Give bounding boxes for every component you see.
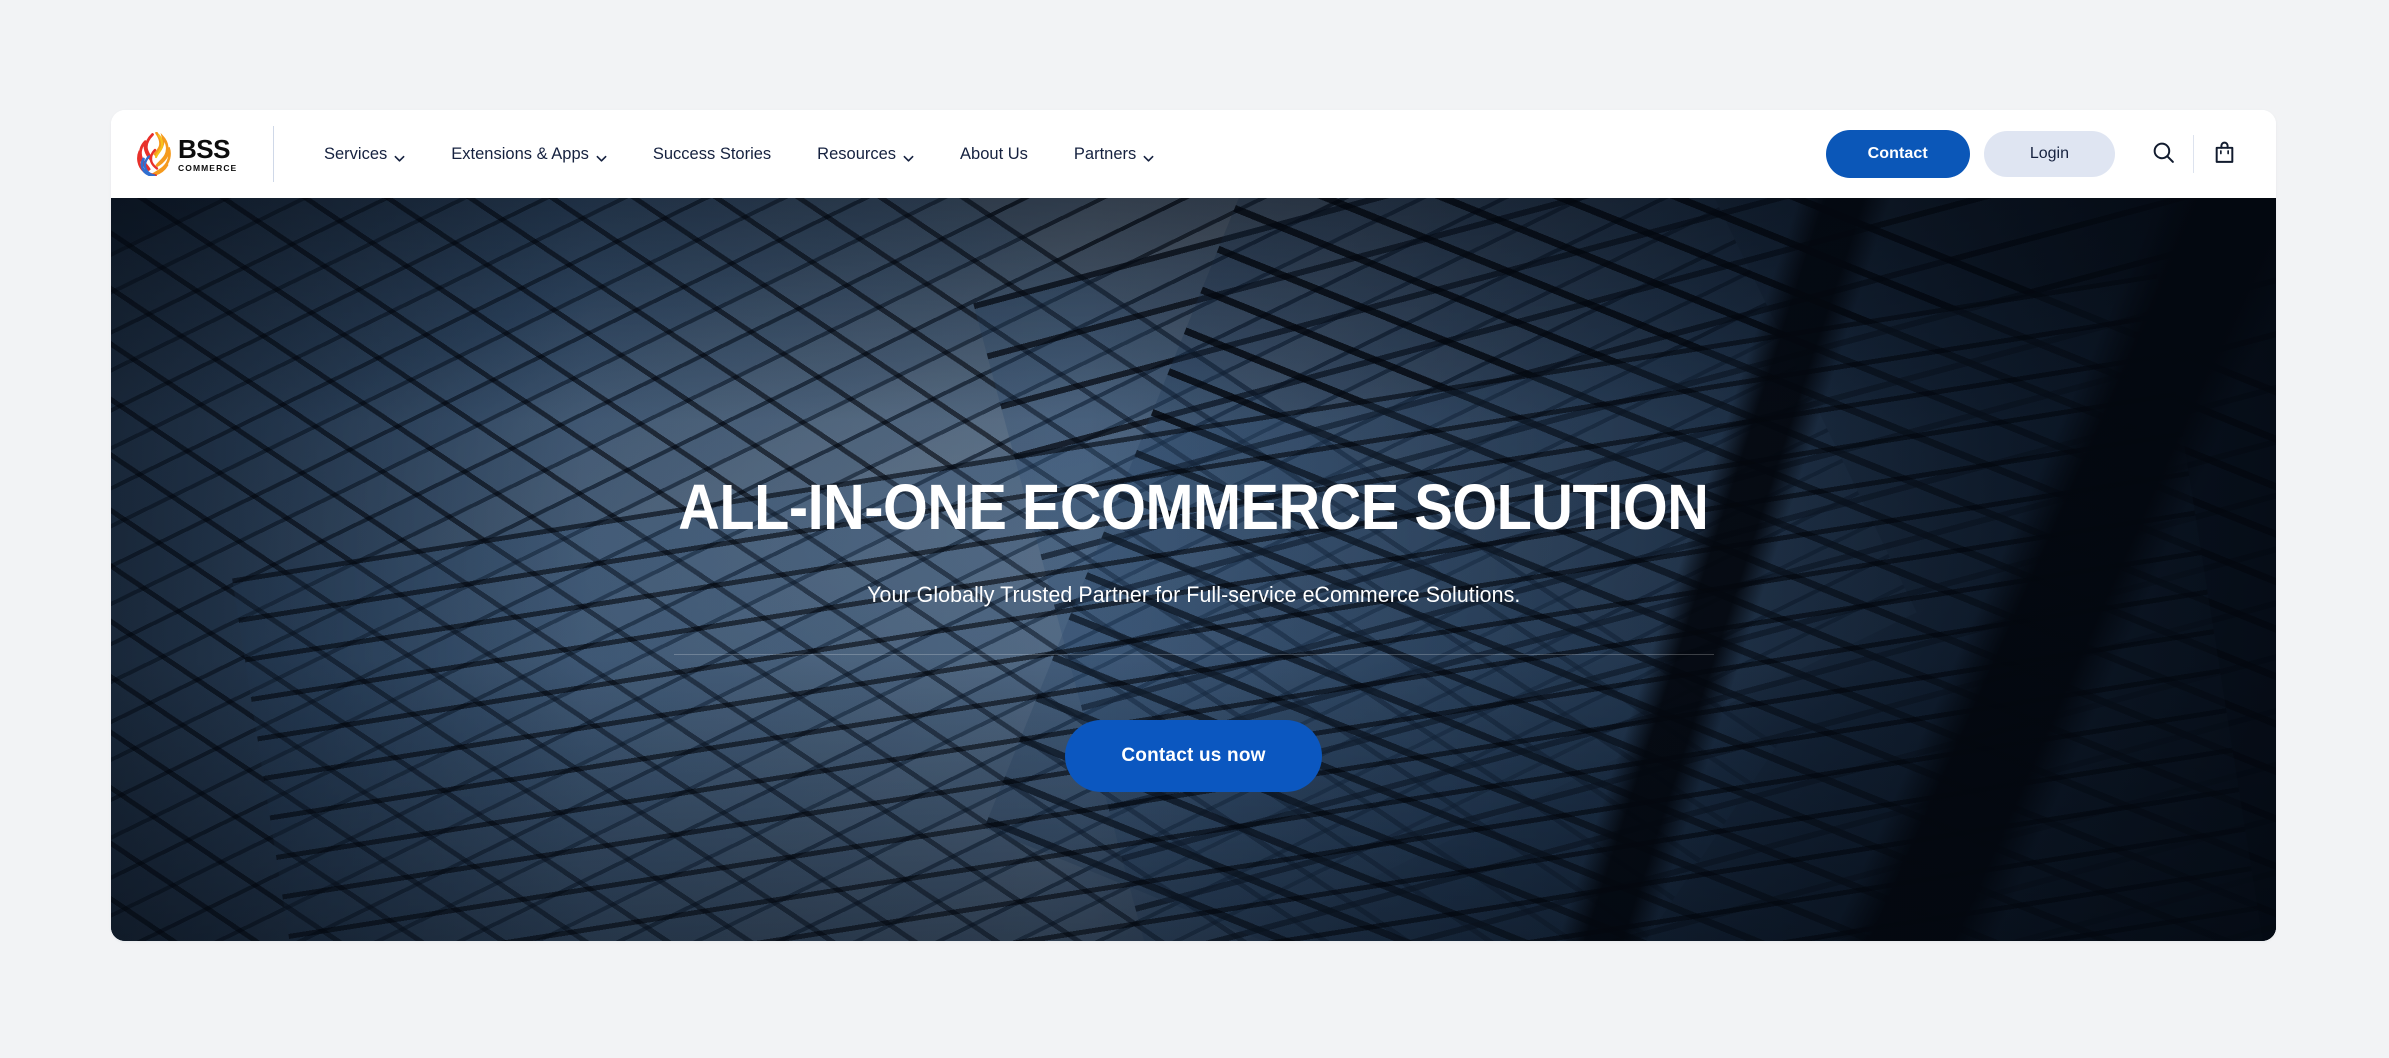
nav-item-label: Success Stories: [652, 144, 772, 163]
page-card: BSS COMMERCE Services Extensions & Apps: [111, 110, 2276, 941]
nav-item-success-stories[interactable]: Success Stories: [630, 110, 794, 198]
brand-tagline: COMMERCE: [178, 162, 238, 173]
search-button-wrap: [2137, 128, 2189, 180]
brand-name: BSS: [178, 133, 230, 164]
chevron-down-icon: [903, 150, 914, 162]
nav-item-about-us[interactable]: About Us: [937, 110, 1051, 198]
flame-swirl-icon: [137, 132, 171, 176]
logo-link[interactable]: BSS COMMERCE: [137, 132, 237, 176]
nav-item-extensions-apps[interactable]: Extensions & Apps: [428, 110, 630, 198]
chevron-down-icon: [596, 150, 607, 162]
nav-item-label: About Us: [960, 144, 1028, 163]
hero-section: ALL-IN-ONE ECOMMERCE SOLUTION Your Globa…: [111, 198, 2276, 941]
contact-button[interactable]: Contact: [1825, 130, 1970, 178]
search-icon: [2151, 140, 2176, 168]
contact-us-now-button[interactable]: Contact us now: [1065, 720, 1322, 793]
cart-button[interactable]: [2198, 128, 2250, 180]
hero-content: ALL-IN-ONE ECOMMERCE SOLUTION Your Globa…: [111, 198, 2276, 941]
nav-item-resources[interactable]: Resources: [794, 110, 937, 198]
chevron-down-icon: [1143, 150, 1154, 162]
brand: BSS COMMERCE: [111, 110, 263, 198]
header-icon-divider: [2193, 135, 2194, 173]
nav-item-label: Extensions & Apps: [451, 144, 589, 163]
header-actions: Contact Login: [1825, 128, 2276, 180]
hero-title: ALL-IN-ONE ECOMMERCE SOLUTION: [678, 471, 1709, 543]
main-nav: Services Extensions & Apps Success Stori…: [274, 110, 1826, 198]
nav-item-partners[interactable]: Partners: [1051, 110, 1177, 198]
nav-item-services[interactable]: Services: [324, 110, 428, 198]
hero-subtitle: Your Globally Trusted Partner for Full-s…: [866, 582, 1521, 608]
hero-divider: [673, 654, 1714, 656]
login-button[interactable]: Login: [1983, 131, 2115, 177]
chevron-down-icon: [394, 150, 405, 162]
nav-item-label: Partners: [1073, 144, 1137, 163]
brand-wordmark: BSS COMMERCE: [178, 136, 237, 173]
site-header: BSS COMMERCE Services Extensions & Apps: [111, 110, 2276, 198]
shopping-bag-icon: [2212, 140, 2237, 168]
nav-item-label: Services: [324, 144, 388, 163]
nav-item-label: Resources: [817, 144, 897, 163]
search-button[interactable]: [2137, 128, 2189, 180]
